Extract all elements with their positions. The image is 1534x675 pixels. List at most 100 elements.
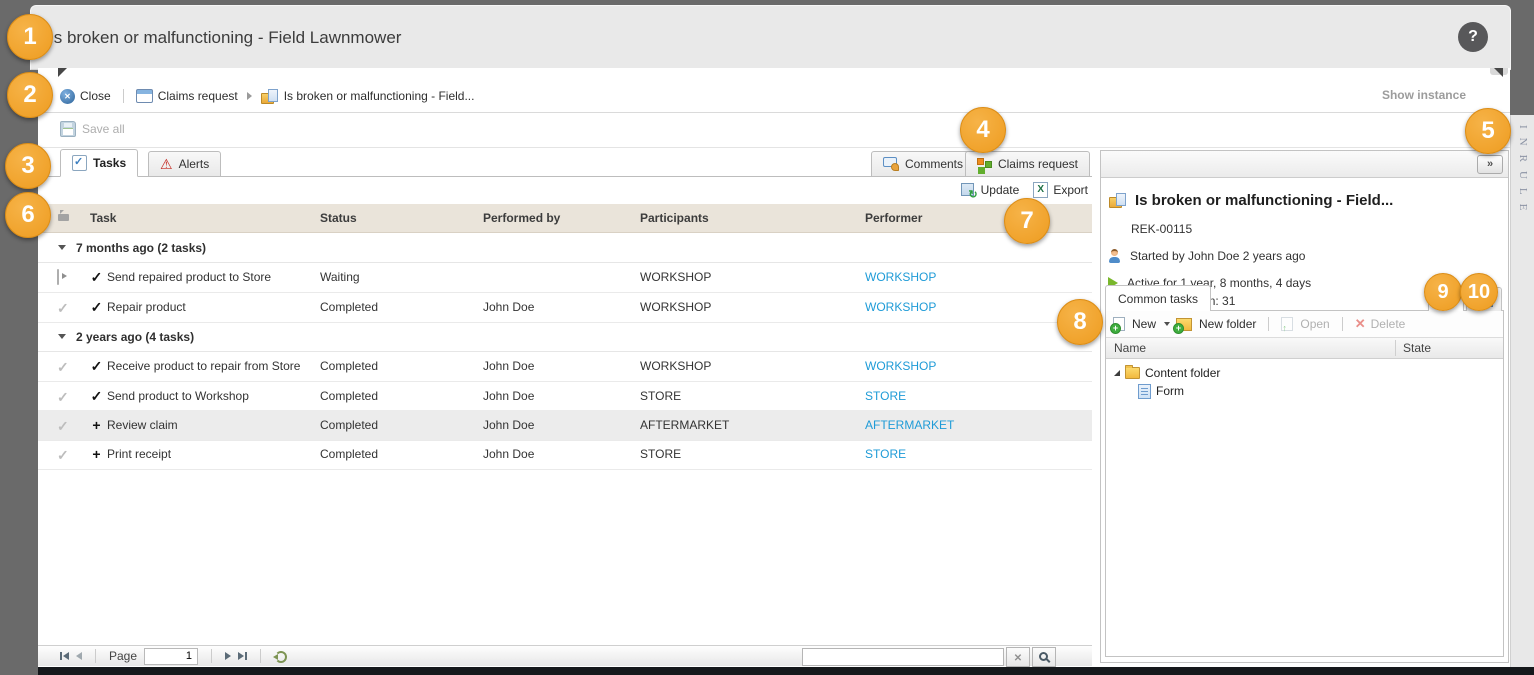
task-type-mark: ✓ — [90, 381, 103, 411]
task-row[interactable]: ✓Send repaired product to Store Waiting … — [38, 262, 1092, 293]
new-label: New — [1132, 317, 1156, 331]
case-title-row: Is broken or malfunctioning - Field... — [1109, 192, 1496, 209]
help-button[interactable]: ? — [1458, 22, 1488, 52]
column-name[interactable]: Name — [1114, 341, 1146, 355]
task-type-mark: ✓ — [90, 351, 103, 381]
annotation-badge-2: 2 — [7, 72, 53, 118]
task-status: Completed — [320, 292, 378, 322]
task-status: Waiting — [320, 262, 360, 292]
task-performed-by: John Doe — [483, 351, 534, 381]
details-panel: » Is broken or malfunctioning - Field...… — [1100, 150, 1509, 663]
page-input[interactable] — [144, 648, 198, 665]
annotation-badge-5: 5 — [1465, 108, 1511, 154]
tab-strip: Tasks Alerts Comments Claims request — [38, 148, 1092, 177]
page-title: Is broken or malfunctioning - Field Lawn… — [49, 28, 401, 48]
task-row[interactable]: ✓Repair product Completed John Doe WORKS… — [38, 292, 1092, 323]
common-tasks-content: New New folder Open Dele — [1105, 310, 1504, 657]
next-page-button[interactable] — [225, 652, 231, 660]
annotation-badge-4: 4 — [960, 107, 1006, 153]
annotation-badge-8: 8 — [1057, 299, 1103, 345]
filter-input[interactable] — [802, 648, 1004, 666]
new-document-icon — [1113, 317, 1125, 331]
new-folder-label: New folder — [1199, 317, 1256, 331]
search-button[interactable] — [1032, 647, 1056, 667]
performer-link[interactable]: STORE — [865, 439, 906, 469]
open-button[interactable]: Open — [1281, 317, 1329, 331]
task-type-mark: + — [90, 410, 103, 440]
task-name: Print receipt — [107, 439, 171, 469]
group-header[interactable]: 7 months ago (2 tasks) — [38, 233, 1092, 263]
task-status: Completed — [320, 410, 378, 440]
tree-item-content-folder[interactable]: Content folder — [1106, 364, 1503, 382]
performer-link[interactable]: WORKSHOP — [865, 292, 936, 322]
folder-list-header: Name State — [1106, 338, 1503, 359]
collapsed-side-panel[interactable]: INRULE — [1510, 115, 1534, 667]
task-row[interactable]: ✓Send product to Workshop Completed John… — [38, 381, 1092, 412]
performer-link[interactable]: WORKSHOP — [865, 262, 936, 292]
tab-comments[interactable]: Comments — [871, 151, 975, 177]
column-task[interactable]: Task — [90, 204, 116, 232]
case-reference: REK-00115 — [1131, 222, 1508, 236]
desktop-edge — [38, 667, 1534, 675]
annotation-badge-6: 6 — [5, 192, 51, 238]
column-participants[interactable]: Participants — [640, 204, 709, 232]
task-row[interactable]: +Print receipt Completed John Doe STORE … — [38, 439, 1092, 470]
task-status: Completed — [320, 351, 378, 381]
tab-common-tasks[interactable]: Common tasks — [1105, 285, 1211, 311]
show-instance-button[interactable]: Show instance — [1382, 88, 1466, 102]
task-type-mark: ✓ — [90, 262, 103, 292]
app-window: Is broken or malfunctioning - Field Lawn… — [0, 0, 1534, 675]
group-header[interactable]: 2 years ago (4 tasks) — [38, 322, 1092, 352]
first-page-button[interactable] — [60, 652, 69, 660]
task-row[interactable]: ✓Receive product to repair from Store Co… — [38, 351, 1092, 382]
column-state[interactable]: State — [1403, 338, 1431, 358]
update-icon — [961, 183, 976, 198]
dropdown-caret-icon — [1164, 322, 1170, 326]
folder-icon — [1125, 367, 1140, 379]
performer-link[interactable]: WORKSHOP — [865, 351, 936, 381]
update-label: Update — [981, 183, 1020, 197]
task-type-mark: ✓ — [90, 292, 103, 322]
expander-icon[interactable] — [1114, 370, 1120, 376]
task-performed-by: John Doe — [483, 439, 534, 469]
export-button[interactable]: Export — [1033, 182, 1088, 198]
collapse-caret-icon — [58, 245, 66, 250]
delete-button[interactable]: Delete — [1355, 316, 1406, 332]
collapse-caret-icon — [58, 334, 66, 339]
table-header: Task Status Performed by Participants Pe… — [38, 204, 1092, 233]
breadcrumb-instance[interactable]: Is broken or malfunctioning - Field... — [261, 89, 475, 104]
delete-icon — [1355, 316, 1366, 332]
tab-tasks[interactable]: Tasks — [60, 149, 138, 177]
update-button[interactable]: Update — [961, 183, 1020, 198]
task-status: Completed — [320, 381, 378, 411]
column-performed-by[interactable]: Performed by — [483, 204, 560, 232]
started-by-row: Started by John Doe 2 years ago — [1108, 249, 1496, 263]
task-row-selected[interactable]: +Review claim Completed John Doe AFTERMA… — [38, 410, 1092, 441]
performer-link[interactable]: STORE — [865, 381, 906, 411]
separator — [95, 649, 96, 663]
open-label: Open — [1300, 317, 1329, 331]
new-button[interactable]: New — [1113, 317, 1170, 331]
process-label: Claims request — [158, 89, 238, 103]
tab-claims-request[interactable]: Claims request — [965, 151, 1090, 177]
last-page-button[interactable] — [238, 652, 247, 660]
task-done-icon — [57, 389, 69, 406]
refresh-button[interactable] — [274, 650, 286, 662]
new-folder-button[interactable]: New folder — [1176, 317, 1256, 331]
tab-alerts[interactable]: Alerts — [148, 151, 221, 177]
tree-item-form[interactable]: Form — [1106, 382, 1503, 400]
column-performer[interactable]: Performer — [865, 204, 922, 232]
collapse-panel-button[interactable]: » — [1477, 155, 1503, 174]
close-button[interactable]: Close — [60, 89, 111, 104]
breadcrumb-process[interactable]: Claims request — [136, 89, 238, 103]
save-all-button[interactable]: Save all — [60, 121, 125, 137]
task-type-mark: + — [90, 439, 103, 469]
clear-filter-button[interactable] — [1006, 647, 1030, 667]
page-label: Page — [109, 649, 137, 663]
process-flow-icon — [977, 157, 992, 172]
column-status[interactable]: Status — [320, 204, 357, 232]
annotation-badge-3: 3 — [5, 143, 51, 189]
process-window-icon — [136, 89, 153, 103]
prev-page-button[interactable] — [76, 652, 82, 660]
performer-link[interactable]: AFTERMARKET — [865, 410, 954, 440]
